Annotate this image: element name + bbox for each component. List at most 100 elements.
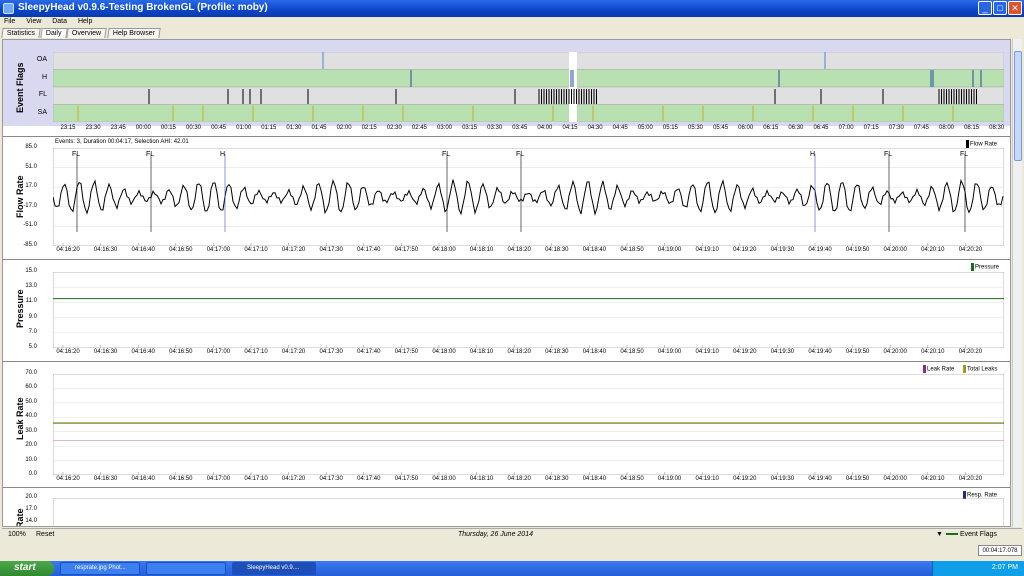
chevron-down-icon[interactable]: ▼ [936, 531, 943, 538]
scroll-thumb[interactable] [1014, 51, 1022, 161]
time-axis-label: 04:19:50 [845, 247, 870, 253]
flag-label-h: H [41, 74, 47, 81]
flow-annotation: FL [516, 151, 525, 158]
event-flags-chart[interactable] [53, 52, 1004, 122]
flow-annotation: FL [884, 151, 893, 158]
time-axis-label: 04:18:00 [432, 476, 456, 482]
plot-frame [53, 374, 1004, 475]
clock: 2:07 PM [991, 564, 1018, 571]
panel-divider [3, 259, 1010, 260]
time-axis-label: 04:19:20 [733, 247, 757, 253]
time-axis-label: 04:19:40 [808, 247, 832, 253]
resp-rate-chart[interactable] [53, 498, 1004, 527]
task-photo[interactable]: resprate.jpg Phot... [60, 562, 140, 575]
daily-view: Event Flags OA H FL SA Events: 3, Durati… [2, 39, 1011, 527]
time-axis-label: 04:16:50 [169, 349, 193, 355]
y-tick-label: 40.0 [25, 413, 37, 420]
time-axis-label: 04:18:10 [469, 247, 494, 253]
time-axis-label: 04:17:20 [281, 349, 306, 355]
flow-title: Flow Rate [15, 175, 25, 218]
reset-button[interactable]: Reset [36, 531, 54, 538]
y-tick-label: 30.0 [25, 427, 37, 434]
time-axis-label: 04:19:10 [695, 476, 719, 482]
y-tick-label: 5.0 [28, 344, 37, 350]
y-tick-label: 20.0 [25, 494, 37, 500]
time-axis-label: 04:19:10 [695, 247, 719, 253]
maximize-button[interactable]: □ [993, 1, 1007, 15]
time-axis-label: 04:17:00 [206, 476, 231, 482]
flag-label-fl: FL [38, 91, 47, 98]
task-sleepyhead[interactable]: SleepyHead v0.9.... [232, 562, 316, 575]
time-axis-label: 04:20:00 [883, 349, 907, 355]
flow-legend: Flow Rate [966, 140, 997, 148]
time-axis-label: 04:16:50 [169, 247, 193, 253]
close-button[interactable]: ✕ [1008, 1, 1022, 15]
y-tick-label: 10.0 [25, 456, 37, 463]
time-axis-label: 04:19:20 [733, 476, 757, 482]
panel-divider [3, 361, 1010, 362]
plot-frame [53, 272, 1004, 348]
time-axis-label: 04:18:20 [507, 476, 531, 482]
menu-help[interactable]: Help [78, 18, 92, 25]
pressure-legend: Pressure [971, 263, 999, 271]
flow-legend-swatch [966, 140, 969, 148]
time-axis-label: 04:18:10 [469, 349, 494, 355]
time-axis-label: 04:16:40 [131, 247, 155, 253]
app-icon [3, 3, 14, 14]
task-blank[interactable] [146, 562, 226, 575]
pressure-chart[interactable] [53, 272, 1004, 348]
flow-annotation: FL [72, 151, 81, 158]
time-axis-label: 04:20:20 [958, 349, 983, 355]
menu-file[interactable]: File [4, 18, 15, 25]
time-axis-label: 04:19:50 [845, 349, 870, 355]
y-tick-label: 20.0 [25, 442, 37, 449]
time-axis-label: 04:16:20 [56, 476, 80, 482]
tab-overview[interactable]: Overview [66, 28, 108, 38]
selection-duration: 00:04:17.078 [978, 545, 1022, 556]
time-axis-label: 04:18:50 [620, 476, 644, 482]
time-axis-label: 04:16:30 [93, 349, 118, 355]
time-axis-label: 04:17:50 [394, 349, 419, 355]
time-axis-label: 04:18:20 [507, 349, 531, 355]
y-tick-label: 17.0 [25, 183, 37, 190]
event-flags-toggle[interactable]: Event Flags [946, 531, 997, 538]
time-axis-label: 04:19:00 [657, 476, 682, 482]
time-axis-label: 04:16:50 [169, 476, 193, 482]
tab-statistics[interactable]: Statistics [1, 28, 41, 38]
y-tick-label: 60.0 [25, 384, 37, 391]
menu-view[interactable]: View [26, 18, 41, 25]
flow-info: Events: 3, Duration 00:04:17, Selection … [55, 139, 189, 145]
time-axis-label: 04:16:30 [93, 247, 118, 253]
time-axis-label: 04:17:10 [244, 247, 268, 253]
flow-annotation: H [810, 151, 816, 158]
tab-daily[interactable]: Daily [40, 28, 68, 38]
time-axis-label: 04:19:10 [695, 349, 719, 355]
time-axis-label: 04:19:40 [808, 349, 832, 355]
y-tick-label: 51.0 [25, 163, 37, 170]
tab-help-browser[interactable]: Help Browser [106, 28, 161, 38]
flow-rate-chart[interactable] [53, 148, 1004, 246]
system-tray: 2:07 PM [932, 561, 1024, 576]
time-axis-label: 04:17:40 [357, 476, 381, 482]
time-axis-label: 04:19:20 [733, 349, 757, 355]
time-axis-label: 04:20:10 [921, 247, 945, 253]
vertical-scrollbar[interactable] [1012, 39, 1022, 527]
time-axis-label: 04:18:10 [469, 476, 494, 482]
time-axis-label: 04:16:40 [131, 349, 155, 355]
start-button[interactable]: start [0, 561, 54, 576]
y-tick-label: -17.0 [23, 202, 37, 209]
minimize-button[interactable]: _ [978, 1, 992, 15]
time-axis-label: 04:17:50 [394, 247, 419, 253]
time-axis-label: 04:20:10 [921, 476, 945, 482]
time-axis-label: 04:16:40 [131, 476, 155, 482]
time-axis-label: 04:19:30 [770, 349, 795, 355]
time-axis-label: 04:20:20 [958, 476, 983, 482]
time-axis-label: 04:20:10 [921, 349, 945, 355]
time-axis-label: 04:19:00 [657, 247, 682, 253]
time-axis-label: 04:16:30 [93, 476, 118, 482]
menu-data[interactable]: Data [52, 18, 67, 25]
time-axis-label: 04:17:30 [319, 247, 343, 253]
panel-divider [3, 136, 1010, 137]
flag-time-label: 08:30 [989, 125, 1005, 131]
leak-rate-chart[interactable] [53, 374, 1004, 475]
